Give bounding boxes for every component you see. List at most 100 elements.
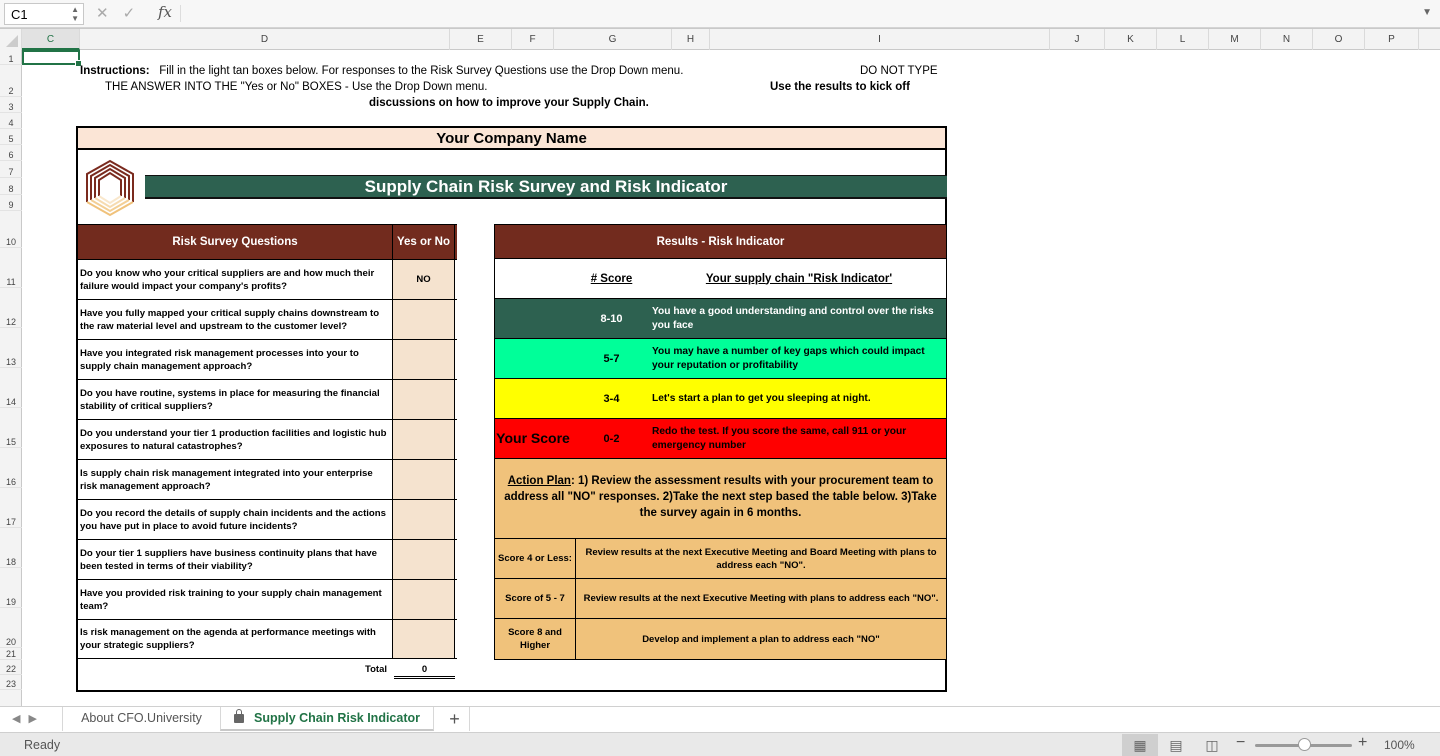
- name-box[interactable]: C1 ▲ ▼: [4, 3, 84, 25]
- row-header-12[interactable]: 12: [0, 288, 22, 328]
- band-description: You may have a number of key gaps which …: [652, 345, 925, 371]
- zoom-out-button[interactable]: −: [1236, 734, 1245, 752]
- cancel-icon[interactable]: ✕: [96, 5, 123, 22]
- answer-dropdown[interactable]: [393, 500, 455, 539]
- zoom-slider-thumb[interactable]: [1297, 738, 1311, 751]
- formula-actions: ✕✓: [96, 4, 149, 22]
- select-all-button[interactable]: [0, 29, 22, 50]
- previous-sheet-icon[interactable]: ◀: [12, 713, 28, 725]
- survey-title: Supply Chain Risk Survey and Risk Indica…: [145, 175, 947, 199]
- column-header-h[interactable]: H: [672, 29, 710, 50]
- row-number: 13: [5, 357, 16, 367]
- row-number: 12: [5, 317, 16, 327]
- column-header-g[interactable]: G: [554, 29, 672, 50]
- action-score: Score 4 or Less:: [495, 539, 576, 578]
- row-header-17[interactable]: 17: [0, 488, 22, 528]
- action-plan: Action Plan: 1) Review the assessment re…: [495, 459, 946, 539]
- answer-dropdown[interactable]: [393, 460, 455, 499]
- expand-formula-bar-icon[interactable]: ▼: [1422, 7, 1432, 18]
- column-header-j[interactable]: J: [1050, 29, 1105, 50]
- answer-dropdown[interactable]: NO: [393, 260, 455, 299]
- survey-question-row: Have you integrated risk management proc…: [78, 339, 457, 379]
- sheet-tab-about-cfo-university[interactable]: About CFO.University: [62, 707, 220, 731]
- name-box-stepper-icon[interactable]: ▲ ▼: [71, 5, 79, 23]
- action-score: Score of 5 - 7: [495, 579, 576, 618]
- selected-cell-c1[interactable]: [22, 50, 82, 67]
- column-header-d[interactable]: D: [80, 29, 450, 50]
- row-header-5[interactable]: 5: [0, 129, 22, 145]
- question-text: Have you integrated risk management proc…: [78, 340, 393, 379]
- action-text: Review results at the next Executive Mee…: [585, 546, 937, 571]
- row-header-2[interactable]: 2: [0, 65, 22, 97]
- column-header-i[interactable]: I: [710, 29, 1050, 50]
- row-header-9[interactable]: 9: [0, 195, 22, 211]
- zoom-level[interactable]: 100%: [1384, 738, 1415, 752]
- column-header-e[interactable]: E: [450, 29, 512, 50]
- status-bar: Ready ▦ ▤ ◫ − + 100%: [0, 732, 1440, 756]
- row-header-4[interactable]: 4: [0, 113, 22, 129]
- row-number: 6: [8, 150, 14, 160]
- instructions-line-1: Instructions: Fill in the light tan boxe…: [80, 65, 683, 77]
- next-sheet-icon[interactable]: ▶: [28, 713, 44, 725]
- page-break-view-icon[interactable]: ◫: [1194, 734, 1230, 756]
- row-header-18[interactable]: 18: [0, 528, 22, 568]
- column-header-n[interactable]: N: [1261, 29, 1313, 50]
- instructions-label: Instructions:: [80, 65, 150, 77]
- row-headers: 1 2 3 4 5 6 7 8 9 10 11 12 13 14 15 16 17 18 19 20 21 22 23: [0, 50, 22, 706]
- band-range: 3-4: [603, 392, 620, 405]
- row-header-14[interactable]: 14: [0, 368, 22, 408]
- column-header-o[interactable]: O: [1313, 29, 1365, 50]
- logo-icon: [86, 159, 134, 217]
- score-column-header: # Score: [590, 272, 633, 285]
- row-header-13[interactable]: 13: [0, 328, 22, 368]
- confirm-icon[interactable]: ✓: [123, 5, 150, 22]
- column-header-m[interactable]: M: [1209, 29, 1261, 50]
- row-header-21[interactable]: 21: [0, 648, 22, 660]
- row-number: 22: [5, 664, 16, 674]
- answer-dropdown[interactable]: [393, 420, 455, 459]
- add-sheet-button[interactable]: +: [440, 707, 470, 731]
- answer-dropdown[interactable]: [393, 540, 455, 579]
- band-range: 0-2: [603, 432, 620, 445]
- row-header-7[interactable]: 7: [0, 161, 22, 178]
- row-header-10[interactable]: 10: [0, 211, 22, 248]
- column-header-k[interactable]: K: [1105, 29, 1157, 50]
- results-table: Results - Risk Indicator # Score Your su…: [494, 224, 947, 660]
- insert-function-icon[interactable]: fx: [158, 3, 172, 21]
- normal-view-icon[interactable]: ▦: [1122, 734, 1158, 756]
- row-header-22[interactable]: 22: [0, 660, 22, 675]
- row-header-23[interactable]: 23: [0, 675, 22, 690]
- answer-dropdown[interactable]: [393, 300, 455, 339]
- column-header-p[interactable]: P: [1365, 29, 1419, 50]
- sheet-tab-label: Supply Chain Risk Indicator: [254, 711, 420, 725]
- answer-dropdown[interactable]: [393, 380, 455, 419]
- column-header-q[interactable]: Q: [1419, 29, 1440, 50]
- answer-dropdown[interactable]: [393, 340, 455, 379]
- company-name-cell[interactable]: Your Company Name: [78, 128, 945, 150]
- column-header-l[interactable]: L: [1157, 29, 1209, 50]
- answer-dropdown[interactable]: [393, 580, 455, 619]
- risk-band-row: 5-7 You may have a number of key gaps whi…: [495, 339, 946, 379]
- row-header-8[interactable]: 8: [0, 178, 22, 195]
- band-description: Let's start a plan to get you sleeping a…: [652, 392, 871, 404]
- total-value: 0: [394, 664, 455, 679]
- page-layout-view-icon[interactable]: ▤: [1158, 734, 1194, 756]
- row-header-19[interactable]: 19: [0, 568, 22, 608]
- sheet-tab-label: About CFO.University: [81, 711, 202, 725]
- row-header-11[interactable]: 11: [0, 248, 22, 288]
- zoom-in-button[interactable]: +: [1358, 734, 1367, 752]
- column-header-f[interactable]: F: [512, 29, 554, 50]
- row-header-15[interactable]: 15: [0, 408, 22, 448]
- column-header-c[interactable]: C: [22, 29, 80, 50]
- results-header: Results - Risk Indicator: [495, 225, 946, 259]
- row-number: 9: [8, 200, 14, 210]
- row-header-20[interactable]: 20: [0, 608, 22, 648]
- sheet-tab-supply-chain-risk-indicator[interactable]: Supply Chain Risk Indicator: [220, 707, 434, 731]
- row-header-3[interactable]: 3: [0, 97, 22, 113]
- row-header-6[interactable]: 6: [0, 145, 22, 161]
- row-header-16[interactable]: 16: [0, 448, 22, 488]
- risk-survey-form: Your Company Name Supply Chain Risk Surv…: [76, 126, 947, 692]
- row-header-1[interactable]: 1: [0, 50, 22, 65]
- answer-dropdown[interactable]: [393, 620, 455, 658]
- row-number: 8: [8, 184, 14, 194]
